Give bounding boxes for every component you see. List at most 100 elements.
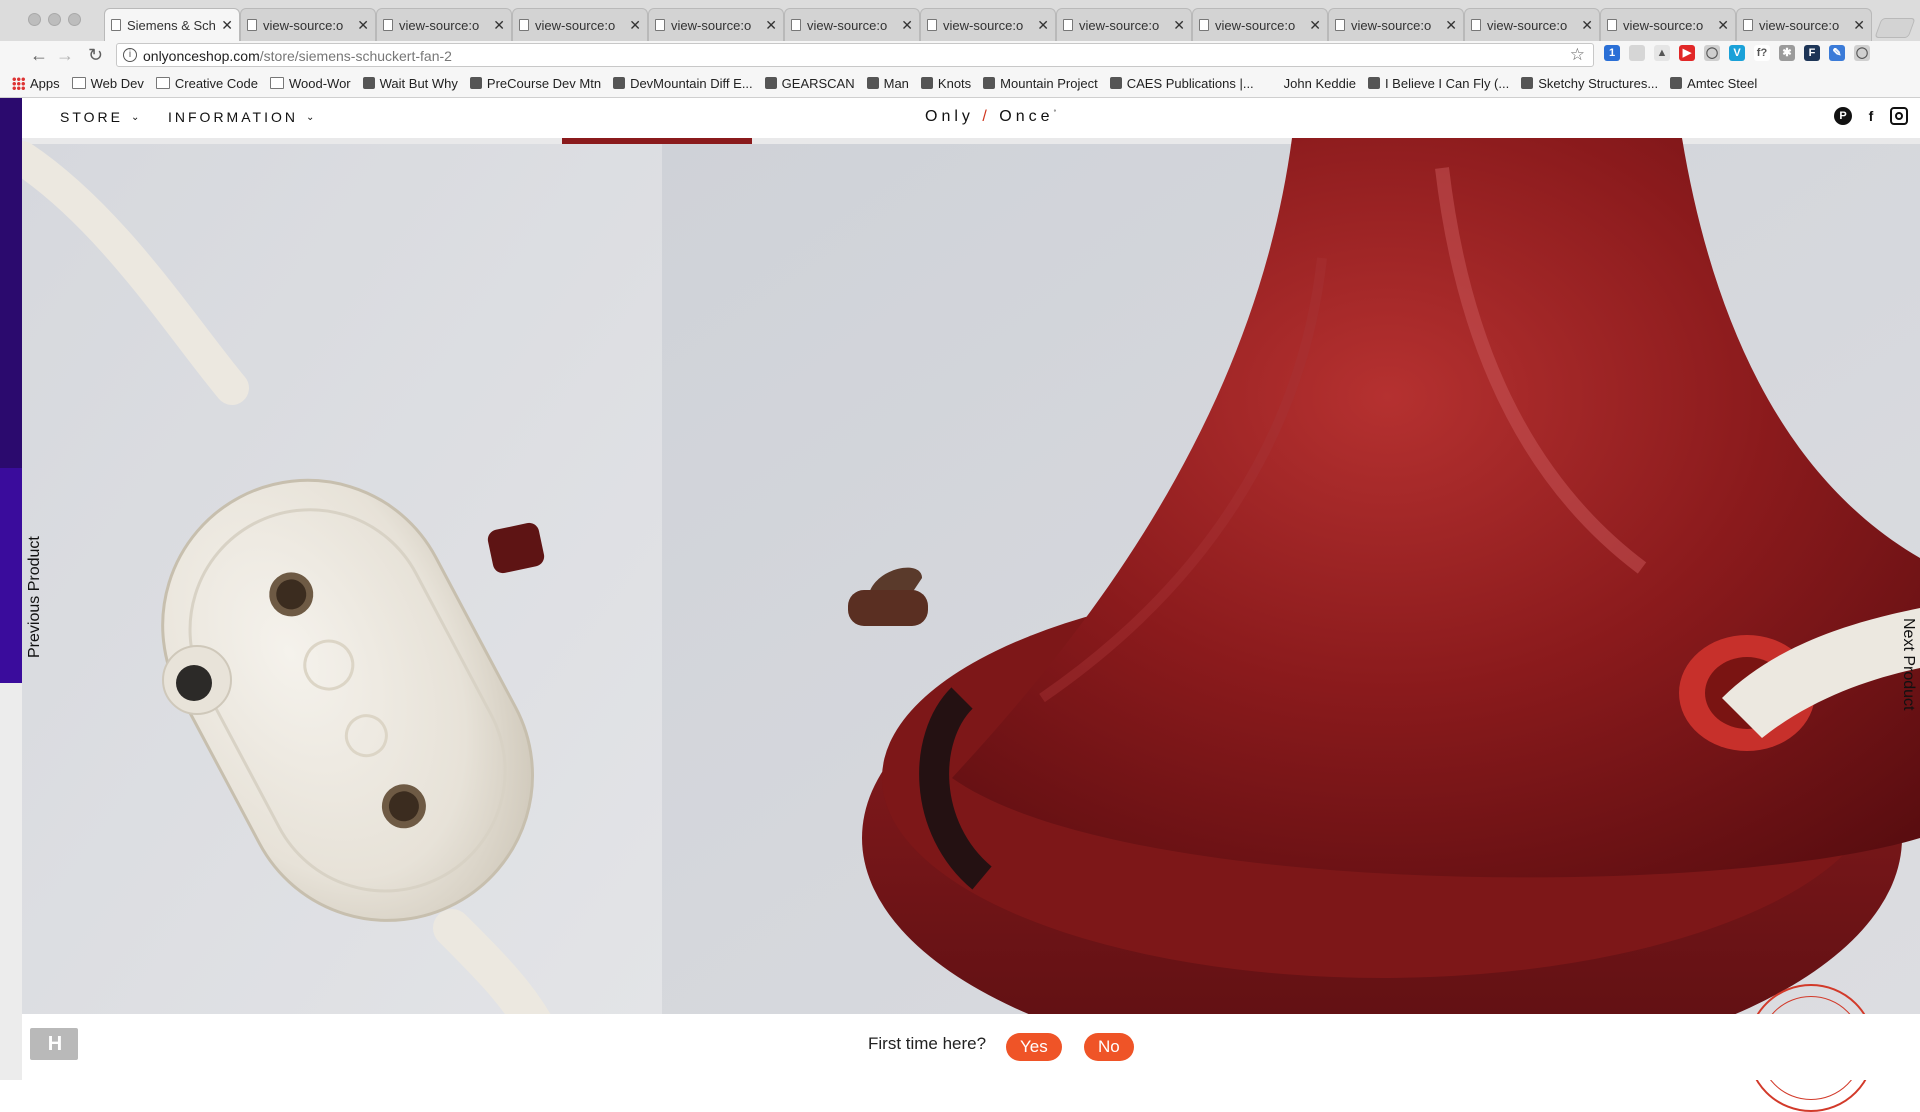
browser-tab[interactable]: view-source:o ✕: [1328, 8, 1464, 41]
browser-tab[interactable]: view-source:o ✕: [240, 8, 376, 41]
info-icon[interactable]: i: [123, 48, 137, 62]
close-tab-icon[interactable]: ✕: [901, 17, 913, 33]
bookmark-item[interactable]: DevMountain Diff E...: [613, 76, 753, 91]
folder-icon: [155, 77, 170, 89]
next-product-link[interactable]: Next Product: [1899, 618, 1917, 710]
address-bar[interactable]: i onlyonceshop.com/store/siemens-schucke…: [116, 43, 1594, 67]
site-favicon-icon: [362, 77, 375, 89]
close-tab-icon[interactable]: ✕: [629, 17, 641, 33]
bookmark-item[interactable]: PreCourse Dev Mtn: [469, 75, 602, 91]
bookmark-item[interactable]: CAES Publications |...: [1109, 75, 1254, 91]
bookmark-label: PreCourse Dev Mtn: [486, 75, 602, 91]
browser-tab[interactable]: view-source:o ✕: [1192, 8, 1328, 41]
bookmark-item[interactable]: John Keddie: [1284, 76, 1356, 91]
nav-store[interactable]: STORE ⌄: [60, 109, 139, 125]
close-tab-icon[interactable]: ✕: [357, 17, 369, 33]
minimize-window-button[interactable]: [48, 13, 61, 26]
extension-9-icon[interactable]: F: [1804, 45, 1820, 61]
close-tab-icon[interactable]: ✕: [1853, 17, 1865, 33]
youtube-icon[interactable]: ▶: [1679, 45, 1695, 61]
site-favicon-icon: [920, 77, 933, 89]
site-favicon-icon: [1521, 77, 1534, 89]
nav-information-label: INFORMATION: [168, 109, 298, 125]
page-icon: [519, 19, 529, 31]
site-logo[interactable]: Only / Once°: [925, 108, 1056, 126]
nav-information[interactable]: INFORMATION ⌄: [168, 109, 314, 125]
tab-title: view-source:o: [943, 17, 1024, 33]
site-favicon-icon: [1109, 77, 1122, 89]
close-tab-icon[interactable]: ✕: [1581, 17, 1593, 33]
browser-tab[interactable]: view-source:o ✕: [920, 8, 1056, 41]
bookmark-label: Wait But Why: [379, 75, 458, 91]
browser-tab[interactable]: view-source:o ✕: [1056, 8, 1192, 41]
corner-logo-text: H: [47, 1033, 63, 1055]
bookmark-label: CAES Publications |...: [1126, 75, 1254, 91]
formula-icon[interactable]: f?: [1754, 45, 1770, 61]
bookmark-star-icon[interactable]: ☆: [1570, 45, 1585, 65]
close-tab-icon[interactable]: ✕: [1717, 17, 1729, 33]
url-path: /store/siemens-schuckert-fan-2: [259, 48, 452, 64]
vimeo-icon[interactable]: V: [1729, 45, 1745, 61]
chevron-down-icon: ⌄: [130, 111, 140, 123]
no-button[interactable]: No: [1084, 1033, 1134, 1061]
browser-tab[interactable]: view-source:o ✕: [512, 8, 648, 41]
extension-2-icon[interactable]: [1629, 45, 1645, 61]
bookmark-item[interactable]: Creative Code: [155, 75, 258, 91]
extension-3-icon[interactable]: ▲: [1654, 45, 1670, 61]
facebook-icon[interactable]: f: [1862, 107, 1880, 125]
reload-button[interactable]: ↻: [88, 45, 103, 65]
bookmark-item[interactable]: Man: [866, 76, 909, 91]
browser-tab[interactable]: view-source:o ✕: [376, 8, 512, 41]
bookmark-item[interactable]: I Believe I Can Fly (...: [1367, 76, 1509, 91]
close-tab-icon[interactable]: ✕: [493, 17, 505, 33]
close-tab-icon[interactable]: ✕: [1309, 17, 1321, 33]
bookmark-item[interactable]: GEARSCAN: [764, 76, 855, 91]
bookmark-item[interactable]: Amtec Steel: [1670, 76, 1757, 91]
extension-5-icon[interactable]: ◯: [1704, 45, 1720, 61]
bookmark-label: Apps: [30, 75, 60, 91]
bookmark-item[interactable]: Mountain Project: [983, 76, 1098, 91]
bookmark-label: Wood-Wor: [288, 75, 351, 91]
yes-button[interactable]: Yes: [1006, 1033, 1062, 1061]
back-button[interactable]: ←: [30, 45, 48, 65]
close-tab-icon[interactable]: ✕: [765, 17, 777, 33]
bookmark-item[interactable]: Sketchy Structures...: [1521, 76, 1658, 91]
bookmark-label: Creative Code: [174, 75, 258, 91]
bookmark-label: Amtec Steel: [1687, 75, 1758, 91]
close-window-button[interactable]: [28, 13, 41, 26]
bookmark-item[interactable]: Wood-Wor: [269, 75, 351, 91]
bookmark-item[interactable]: Knots: [920, 76, 971, 91]
url-text[interactable]: onlyonceshop.com/store/siemens-schuckert…: [143, 48, 452, 64]
new-tab-button[interactable]: [1874, 18, 1916, 38]
tab-title: view-source:o: [671, 17, 752, 33]
site-favicon-icon: [1670, 77, 1683, 89]
page-icon: [1063, 19, 1073, 31]
close-tab-icon[interactable]: ✕: [221, 17, 233, 33]
social-links: P f: [1834, 107, 1908, 125]
corner-logo-icon[interactable]: H: [30, 1028, 78, 1060]
close-tab-icon[interactable]: ✕: [1173, 17, 1185, 33]
browser-tab[interactable]: view-source:o ✕: [784, 8, 920, 41]
pinterest-icon[interactable]: P: [1834, 107, 1852, 125]
tab-title: view-source:o: [1351, 17, 1432, 33]
browser-tab[interactable]: view-source:o ✕: [648, 8, 784, 41]
browser-tab[interactable]: Siemens & Schuckert ✕: [104, 8, 240, 41]
previous-product-link[interactable]: Previous Product: [26, 536, 44, 658]
extension-1-icon[interactable]: 1: [1604, 45, 1620, 61]
bug-icon[interactable]: ✱: [1779, 45, 1795, 61]
browser-tab[interactable]: view-source:o ✕: [1464, 8, 1600, 41]
browser-tab[interactable]: view-source:o ✕: [1600, 8, 1736, 41]
close-tab-icon[interactable]: ✕: [1445, 17, 1457, 33]
bookmark-item[interactable]: Wait But Why: [362, 75, 458, 91]
forward-button[interactable]: →: [56, 45, 74, 65]
page-icon: [383, 19, 393, 31]
bookmark-item[interactable]: Web Dev: [71, 76, 144, 91]
instagram-icon[interactable]: [1890, 107, 1908, 125]
browser-tab[interactable]: view-source:o ✕: [1736, 8, 1872, 41]
bookmark-item[interactable]: Apps: [12, 76, 60, 91]
maximize-window-button[interactable]: [68, 13, 81, 26]
close-tab-icon[interactable]: ✕: [1037, 17, 1049, 33]
web-page: STORE ⌄ INFORMATION ⌄ Only / Once° P f P…: [0, 98, 1920, 1112]
eyedropper-icon[interactable]: ✎: [1829, 45, 1845, 61]
extension-11-icon[interactable]: ◯: [1854, 45, 1870, 61]
